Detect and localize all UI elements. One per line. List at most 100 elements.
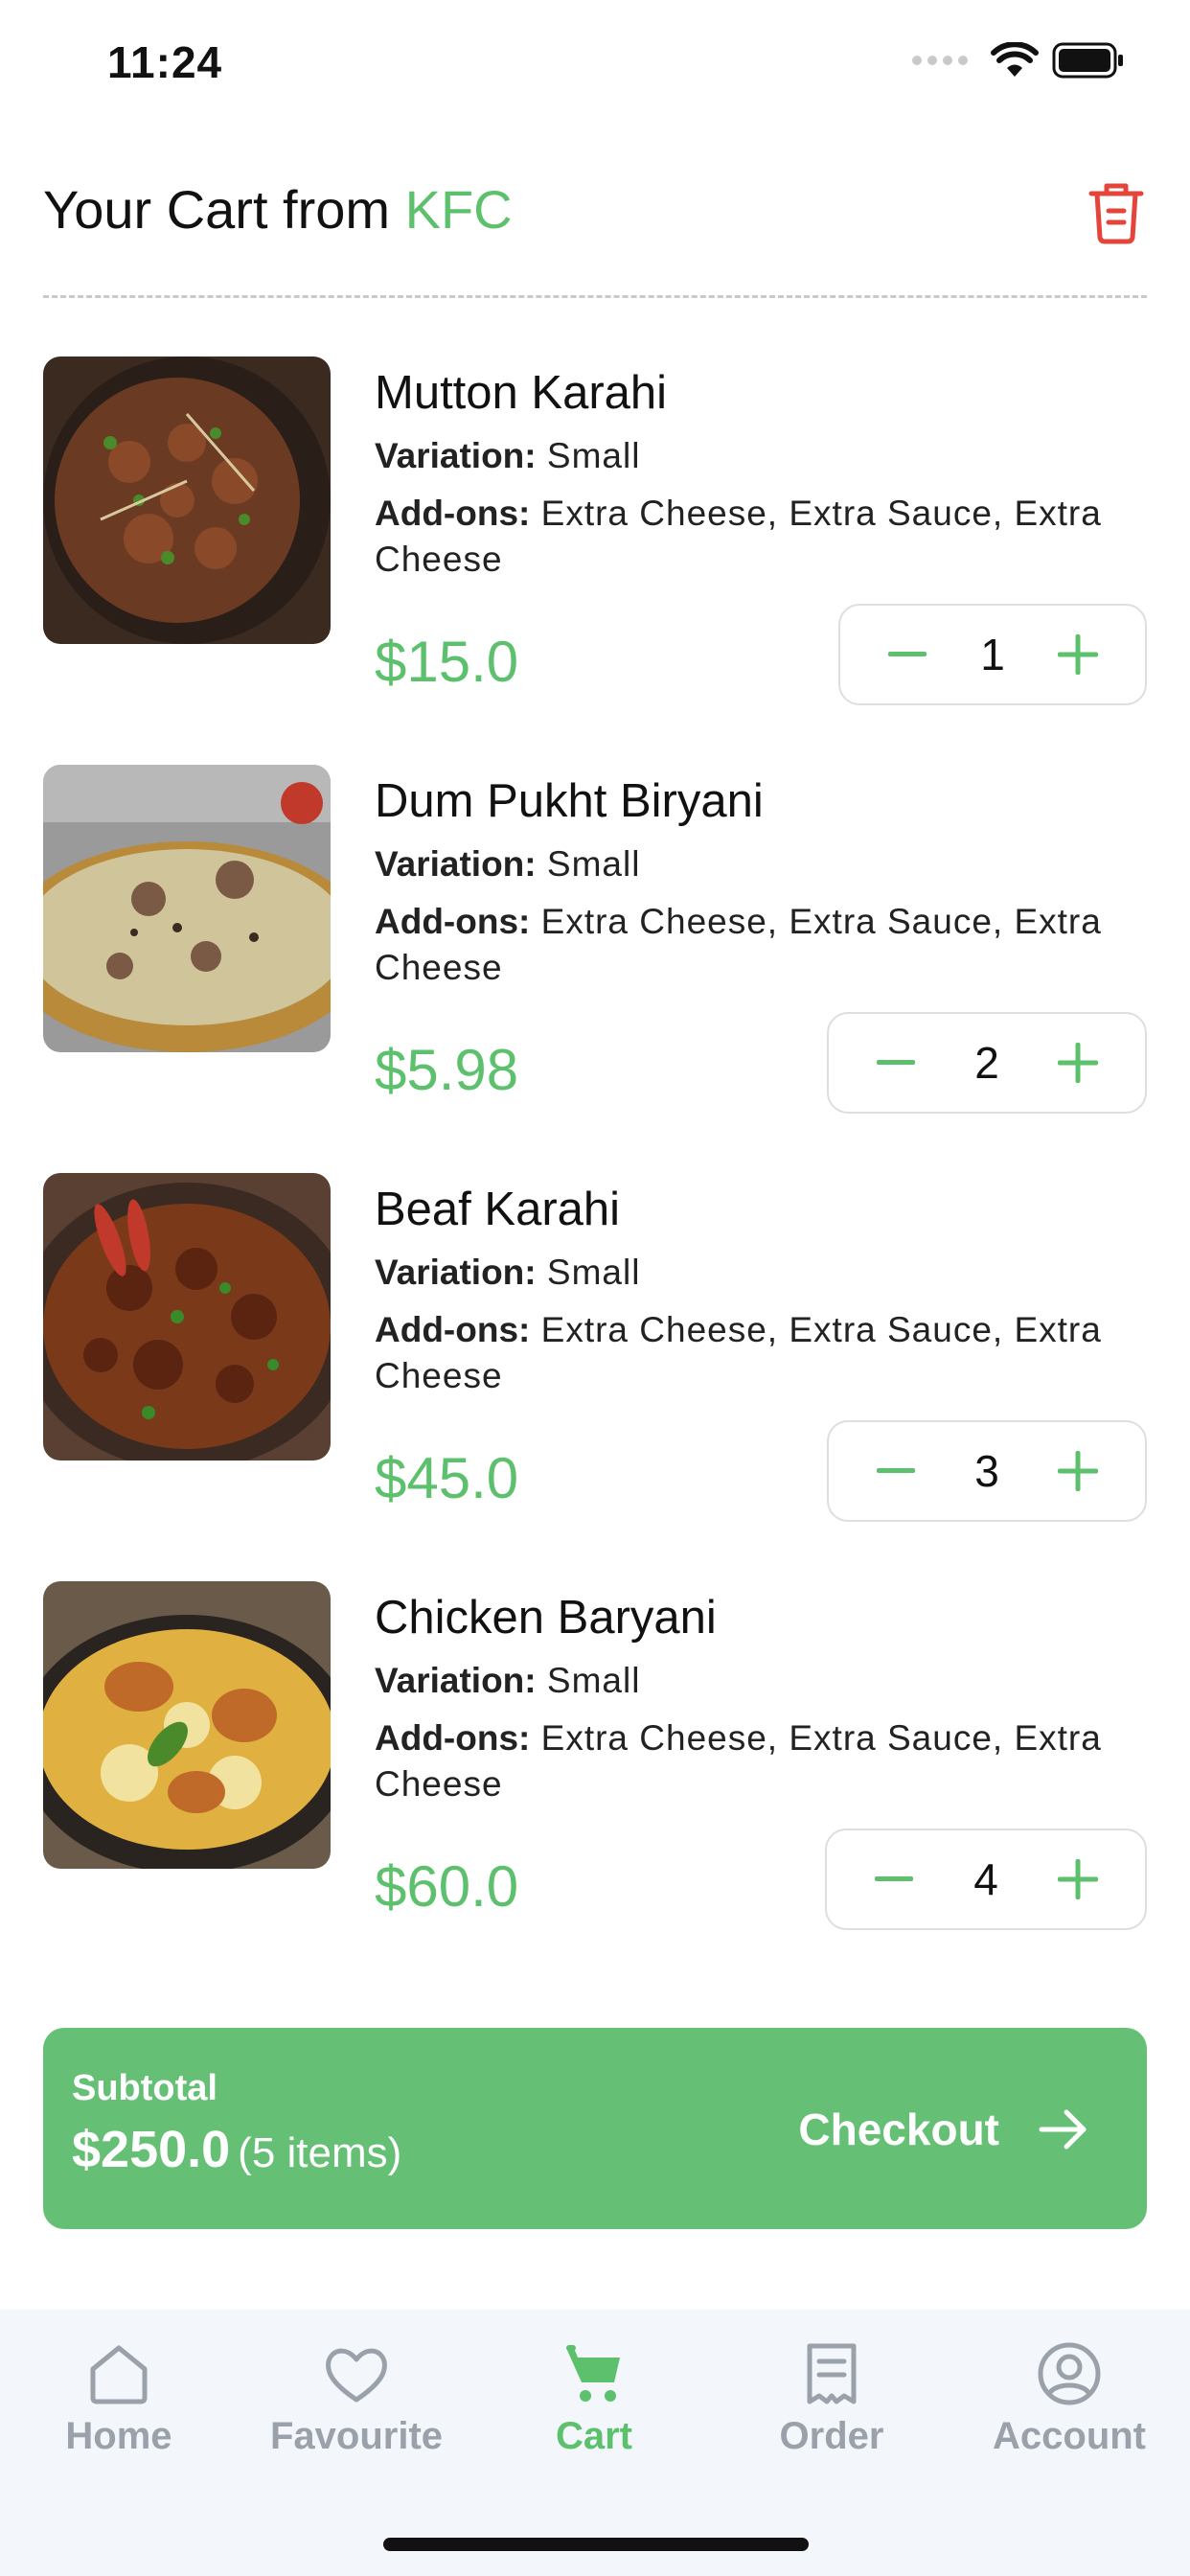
variation-value: Small (546, 844, 641, 884)
item-info: Chicken Baryani Variation: Small Add-ons… (375, 1581, 1147, 1807)
cart-item: Chicken Baryani Variation: Small Add-ons… (43, 1581, 1147, 1990)
cart-item: Mutton Karahi Variation: Small Add-ons: … (43, 356, 1147, 765)
variation-value: Small (546, 436, 641, 475)
item-info: Mutton Karahi Variation: Small Add-ons: … (375, 356, 1147, 583)
status-bar: 11:24 (0, 0, 1190, 134)
bottom-nav: Home Favourite Cart Order Account (0, 2310, 1190, 2576)
quantity-stepper: 1 (838, 604, 1147, 705)
subtotal-amount: $250.0 (5 items) (72, 2120, 401, 2179)
item-info: Beaf Karahi Variation: Small Add-ons: Ex… (375, 1173, 1147, 1399)
item-name: Mutton Karahi (375, 367, 668, 419)
item-addons: Add-ons: Extra Cheese, Extra Sauce, Extr… (375, 491, 1147, 583)
nav-item-favourite[interactable]: Favourite (238, 2340, 475, 2458)
minus-icon (877, 1060, 915, 1065)
food-image (43, 765, 331, 1052)
decrease-button[interactable] (871, 1856, 917, 1902)
item-variation: Variation: Small (375, 1658, 1147, 1704)
item-count: (5 items) (238, 2129, 402, 2176)
trash-icon[interactable] (1086, 178, 1147, 245)
page-title: Your Cart from KFC (43, 178, 513, 241)
item-addons: Add-ons: Extra Cheese, Extra Sauce, Extr… (375, 1715, 1147, 1807)
variation-value: Small (546, 1253, 641, 1292)
quantity-value: 1 (980, 630, 1005, 679)
food-image (43, 1173, 331, 1460)
nav-label: Favourite (269, 2415, 444, 2457)
cart-list: Mutton Karahi Variation: Small Add-ons: … (43, 356, 1147, 1990)
item-price: $45.0 (375, 1446, 519, 1510)
status-time: 11:24 (107, 37, 223, 87)
variation-label: Variation: (375, 844, 537, 884)
home-indicator (383, 2538, 809, 2551)
increase-button[interactable] (1055, 1856, 1101, 1902)
nav-label: Order (779, 2415, 884, 2457)
decrease-button[interactable] (884, 632, 930, 678)
plus-icon (1058, 634, 1098, 675)
quantity-value: 3 (974, 1446, 999, 1496)
nav-label: Cart (555, 2415, 633, 2457)
addons-label: Add-ons: (375, 1718, 531, 1758)
item-price: $5.98 (375, 1038, 519, 1102)
nav-item-order[interactable]: Order (713, 2340, 950, 2458)
page-title-prefix: Your Cart from (43, 179, 391, 240)
battery-icon (1052, 42, 1125, 79)
plus-icon (1058, 1859, 1098, 1899)
quantity-stepper: 2 (827, 1012, 1147, 1114)
item-name: Dum Pukht Biryani (375, 775, 764, 827)
signal-icon (912, 56, 968, 65)
nav-item-home[interactable]: Home (0, 2340, 238, 2458)
item-variation: Variation: Small (375, 433, 1147, 479)
quantity-stepper: 3 (827, 1420, 1147, 1522)
heart-icon (326, 2348, 387, 2403)
checkout-bar: Subtotal $250.0 (5 items) Checkout (43, 2028, 1147, 2229)
item-variation: Variation: Small (375, 841, 1147, 887)
item-name: Beaf Karahi (375, 1184, 621, 1235)
nav-label: Account (993, 2415, 1146, 2457)
restaurant-name: KFC (404, 179, 513, 240)
cart-icon (566, 2345, 620, 2402)
cart-item: Beaf Karahi Variation: Small Add-ons: Ex… (43, 1173, 1147, 1581)
nav-item-account[interactable]: Account (950, 2340, 1188, 2458)
cart-item: Dum Pukht Biryani Variation: Small Add-o… (43, 765, 1147, 1173)
increase-button[interactable] (1055, 1040, 1101, 1086)
item-name: Chicken Baryani (375, 1592, 717, 1644)
wifi-icon (991, 42, 1039, 79)
addons-label: Add-ons: (375, 1310, 531, 1349)
subtotal-value: $250.0 (72, 2121, 231, 2178)
plus-icon (1058, 1451, 1098, 1491)
item-addons: Add-ons: Extra Cheese, Extra Sauce, Extr… (375, 899, 1147, 991)
decrease-button[interactable] (873, 1448, 919, 1494)
item-variation: Variation: Small (375, 1250, 1147, 1296)
nav-label: Home (65, 2415, 172, 2457)
plus-icon (1058, 1043, 1098, 1083)
quantity-value: 2 (974, 1038, 999, 1088)
item-addons: Add-ons: Extra Cheese, Extra Sauce, Extr… (375, 1307, 1147, 1399)
food-image (43, 1581, 331, 1869)
quantity-stepper: 4 (825, 1828, 1147, 1930)
quantity-value: 4 (973, 1854, 998, 1904)
variation-label: Variation: (375, 1661, 537, 1700)
item-info: Dum Pukht Biryani Variation: Small Add-o… (375, 765, 1147, 991)
increase-button[interactable] (1055, 1448, 1101, 1494)
minus-icon (888, 652, 927, 656)
cart-header: Your Cart from KFC (43, 172, 1147, 249)
checkout-button[interactable]: Checkout (798, 2091, 1089, 2168)
item-price: $60.0 (375, 1854, 519, 1919)
food-image (43, 356, 331, 644)
addons-label: Add-ons: (375, 902, 531, 941)
home-icon (90, 2345, 148, 2404)
decrease-button[interactable] (873, 1040, 919, 1086)
variation-label: Variation: (375, 436, 537, 475)
addons-label: Add-ons: (375, 494, 531, 533)
item-price: $15.0 (375, 630, 519, 694)
nav-item-cart[interactable]: Cart (475, 2340, 713, 2458)
status-icons (912, 42, 1125, 79)
variation-label: Variation: (375, 1253, 537, 1292)
arrow-right-icon (1039, 2109, 1087, 2150)
checkout-label: Checkout (798, 2104, 999, 2154)
minus-icon (877, 1468, 915, 1473)
dashed-divider (43, 295, 1147, 298)
subtotal-label: Subtotal (72, 2068, 217, 2108)
minus-icon (875, 1876, 913, 1881)
user-icon (1038, 2342, 1101, 2405)
increase-button[interactable] (1055, 632, 1101, 678)
